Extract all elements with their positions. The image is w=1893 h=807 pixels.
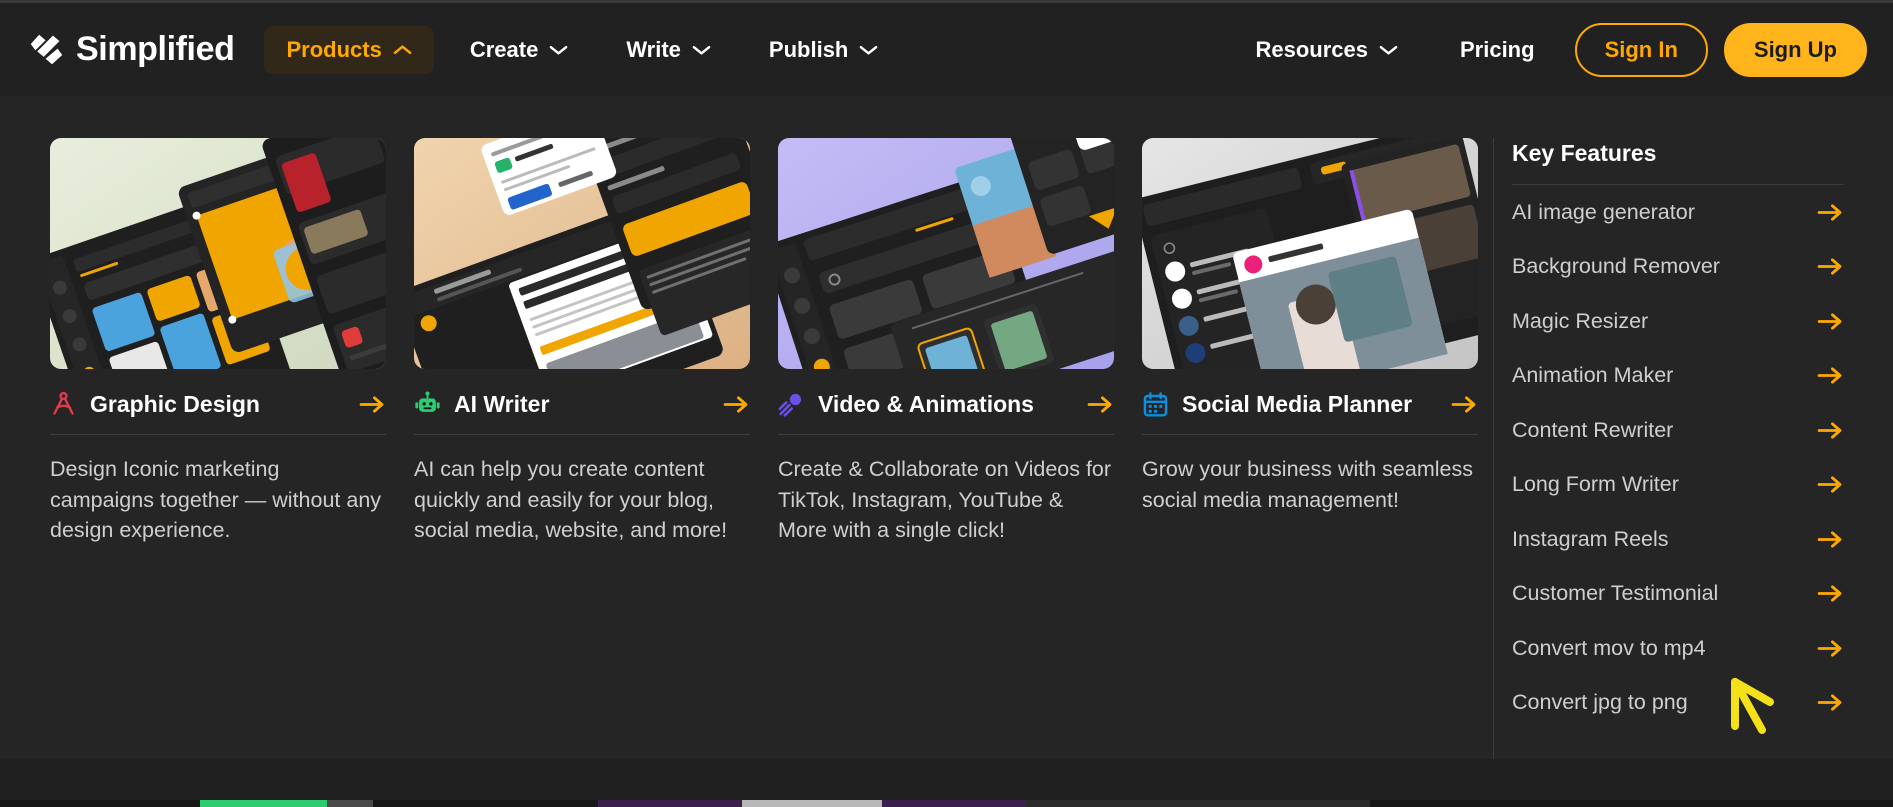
feature-label: Animation Maker [1512, 363, 1674, 388]
ai-writer-description: AI can help you create content quickly a… [414, 457, 728, 543]
chevron-down-icon [692, 45, 711, 55]
sign-in-button[interactable]: Sign In [1574, 22, 1708, 77]
calendar-icon [1143, 392, 1168, 417]
feature-label: Background Remover [1512, 254, 1720, 279]
strip-segment-grey [327, 800, 373, 807]
feature-label: Customer Testimonial [1512, 581, 1719, 606]
strip-segment-dark [1026, 800, 1370, 807]
nav-item-create[interactable]: Create [448, 26, 590, 74]
strip-segment-thumbnails [742, 800, 882, 807]
graphic-design-preview [50, 138, 386, 369]
product-card-video-animations[interactable]: Video & Animations Create & Collaborate … [778, 138, 1114, 759]
feature-item-long-form-writer[interactable]: Long Form Writer [1512, 458, 1844, 513]
arrow-right-icon[interactable] [1817, 530, 1844, 549]
feature-item-convert-jpg-to-png[interactable]: Convert jpg to png [1512, 676, 1844, 731]
arrow-right-icon[interactable] [1817, 257, 1844, 276]
feature-label: Convert jpg to png [1512, 690, 1688, 715]
feature-item-magic-resizer[interactable]: Magic Resizer [1512, 294, 1844, 349]
social-media-planner-description: Grow your business with seamless social … [1142, 457, 1473, 512]
brand-logo-link[interactable]: Simplified [28, 30, 235, 69]
arrow-right-icon[interactable] [1817, 693, 1844, 712]
nav-item-publish[interactable]: Publish [747, 26, 900, 74]
nav-item-write[interactable]: Write [604, 26, 733, 74]
feature-label: Magic Resizer [1512, 308, 1649, 333]
product-card-social-media-planner[interactable]: Social Media Planner Grow your business … [1142, 138, 1478, 759]
secondary-nav: Resources Pricing Sign In Sign Up [1233, 22, 1867, 77]
feature-item-background-remover[interactable]: Background Remover [1512, 240, 1844, 295]
key-features-column: Key Features AI image generator Backgrou… [1493, 138, 1893, 759]
feature-label: Content Rewriter [1512, 417, 1674, 442]
video-progress-strip [0, 800, 1893, 807]
video-animations-description: Create & Collaborate on Videos for TikTo… [778, 457, 1112, 543]
arrow-right-icon[interactable] [1451, 395, 1478, 414]
arrow-right-icon[interactable] [1817, 639, 1844, 658]
strip-segment-green [200, 800, 327, 807]
nav-item-publish-label: Publish [768, 36, 849, 62]
products-mega-menu-panel: Graphic Design Design Iconic marketing c… [0, 96, 1893, 759]
feature-item-animation-maker[interactable]: Animation Maker [1512, 349, 1844, 404]
chevron-up-icon [393, 44, 412, 54]
feature-label: Convert mov to mp4 [1512, 635, 1706, 660]
key-features-list: AI image generator Background Remover Ma… [1512, 185, 1844, 730]
key-features-title: Key Features [1512, 140, 1844, 185]
video-animations-preview-art [778, 138, 1114, 369]
product-card-graphic-design[interactable]: Graphic Design Design Iconic marketing c… [50, 138, 386, 759]
arrow-right-icon[interactable] [359, 395, 386, 414]
social-media-planner-preview-art [1142, 138, 1478, 369]
social-media-planner-title: Social Media Planner [1182, 391, 1413, 417]
primary-nav: Products Create Write Publish [264, 25, 914, 74]
chevron-down-icon [1379, 45, 1398, 55]
robot-icon [415, 391, 440, 412]
arrow-right-icon[interactable] [1817, 584, 1844, 603]
nav-item-pricing-label: Pricing [1459, 36, 1535, 62]
arrow-right-icon[interactable] [1087, 395, 1114, 414]
video-animations-title: Video & Animations [818, 391, 1034, 417]
arrow-right-icon[interactable] [1817, 421, 1844, 440]
product-card-ai-writer[interactable]: AI Writer AI can help you create content… [414, 138, 750, 759]
social-media-planner-header[interactable]: Social Media Planner [1142, 391, 1478, 435]
feature-label: Long Form Writer [1512, 472, 1679, 497]
graphic-design-header[interactable]: Graphic Design [50, 391, 386, 435]
feature-item-ai-image-generator[interactable]: AI image generator [1512, 185, 1844, 240]
nav-item-products[interactable]: Products [264, 25, 434, 74]
arrow-right-icon[interactable] [1817, 312, 1844, 331]
nav-item-products-label: Products [286, 36, 382, 62]
comet-icon [778, 393, 802, 417]
ai-writer-preview [414, 138, 750, 369]
ai-writer-header[interactable]: AI Writer [414, 391, 750, 435]
ai-writer-preview-art [414, 138, 750, 369]
chevron-down-icon [549, 45, 568, 55]
page-content-below-menu [0, 759, 1893, 807]
arrow-right-icon[interactable] [1817, 203, 1844, 222]
compass-drafting-icon [53, 391, 74, 415]
nav-item-create-label: Create [469, 36, 539, 62]
feature-item-content-rewriter[interactable]: Content Rewriter [1512, 403, 1844, 458]
feature-item-customer-testimonial[interactable]: Customer Testimonial [1512, 567, 1844, 622]
arrow-right-icon[interactable] [1817, 475, 1844, 494]
brand-name: Simplified [76, 30, 235, 68]
graphic-design-title: Graphic Design [90, 391, 260, 417]
simplified-logo-icon [30, 34, 63, 65]
feature-label: Instagram Reels [1512, 526, 1669, 551]
nav-item-pricing[interactable]: Pricing [1438, 26, 1557, 74]
nav-item-resources-label: Resources [1255, 36, 1368, 62]
arrow-right-icon[interactable] [723, 395, 750, 414]
video-animations-preview [778, 138, 1114, 369]
graphic-design-description: Design Iconic marketing campaigns togeth… [50, 457, 382, 543]
feature-item-convert-mov-to-mp4[interactable]: Convert mov to mp4 [1512, 621, 1844, 676]
nav-item-resources[interactable]: Resources [1233, 26, 1420, 74]
nav-item-write-label: Write [626, 36, 681, 62]
video-animations-header[interactable]: Video & Animations [778, 391, 1114, 435]
sign-up-button[interactable]: Sign Up [1723, 22, 1867, 77]
social-media-planner-preview [1142, 138, 1478, 369]
feature-item-instagram-reels[interactable]: Instagram Reels [1512, 512, 1844, 567]
top-navigation-bar: Simplified Products Create Write Publish [0, 0, 1893, 96]
product-card-list: Graphic Design Design Iconic marketing c… [0, 138, 1481, 759]
arrow-right-icon[interactable] [1817, 366, 1844, 385]
chevron-down-icon [860, 45, 878, 55]
graphic-design-preview-art [50, 138, 386, 369]
feature-label: AI image generator [1512, 199, 1695, 224]
ai-writer-title: AI Writer [454, 391, 550, 417]
